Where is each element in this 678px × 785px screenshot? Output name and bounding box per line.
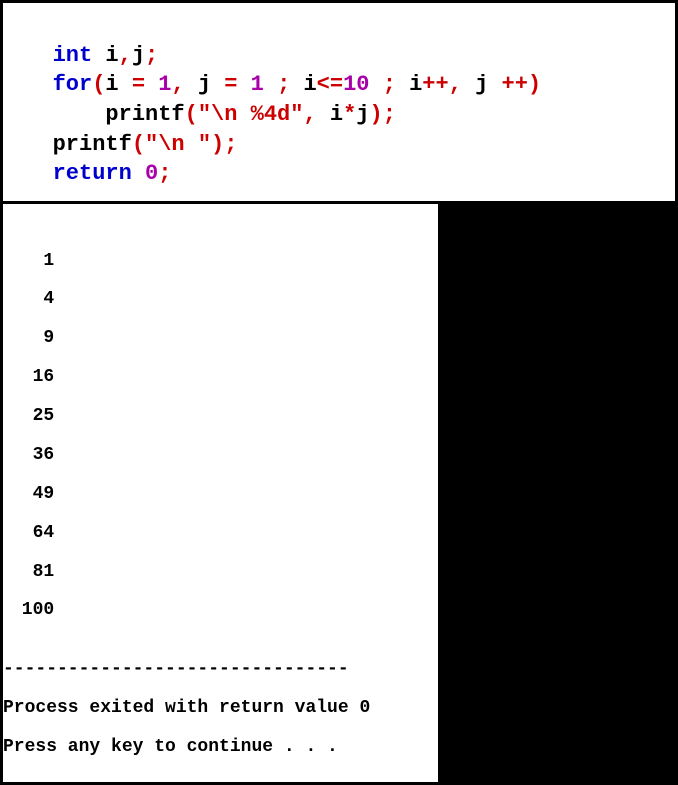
- code-line-3: printf("\n %4d", i*j);: [13, 102, 396, 127]
- string-literal: "\n %4d": [198, 102, 304, 127]
- fn-printf: printf: [53, 132, 132, 157]
- output-line: 4: [3, 290, 438, 309]
- keyword-for: for: [53, 72, 93, 97]
- output-line: 25: [3, 407, 438, 426]
- output-line: 49: [3, 485, 438, 504]
- keyword-return: return: [53, 161, 132, 186]
- output-line: 36: [3, 446, 438, 465]
- output-line: 64: [3, 524, 438, 543]
- output-line: 16: [3, 368, 438, 387]
- separator-line: --------------------------------: [3, 660, 438, 679]
- exit-message: Process exited with return value 0: [3, 699, 438, 718]
- fn-printf: printf: [105, 102, 184, 127]
- output-line: 1: [3, 252, 438, 271]
- code-line-5: return 0;: [13, 161, 171, 186]
- output-line: 100: [3, 601, 438, 620]
- keyword-int: int: [53, 43, 93, 68]
- code-editor-panel: int i,j; for(i = 1, j = 1 ; i<=10 ; i++,…: [0, 0, 678, 201]
- code-line-4: printf("\n ");: [13, 132, 237, 157]
- code-line-2: for(i = 1, j = 1 ; i<=10 ; i++, j ++): [13, 72, 541, 97]
- console-output-panel: 1 4 9 16 25 36 49 64 81 100 ------------…: [3, 204, 438, 782]
- continue-prompt: Press any key to continue . . .: [3, 738, 438, 757]
- code-line-1: int i,j;: [13, 43, 158, 68]
- output-line: 9: [3, 329, 438, 348]
- output-line: 81: [3, 563, 438, 582]
- console-outer: 1 4 9 16 25 36 49 64 81 100 ------------…: [0, 201, 678, 785]
- string-literal: "\n ": [145, 132, 211, 157]
